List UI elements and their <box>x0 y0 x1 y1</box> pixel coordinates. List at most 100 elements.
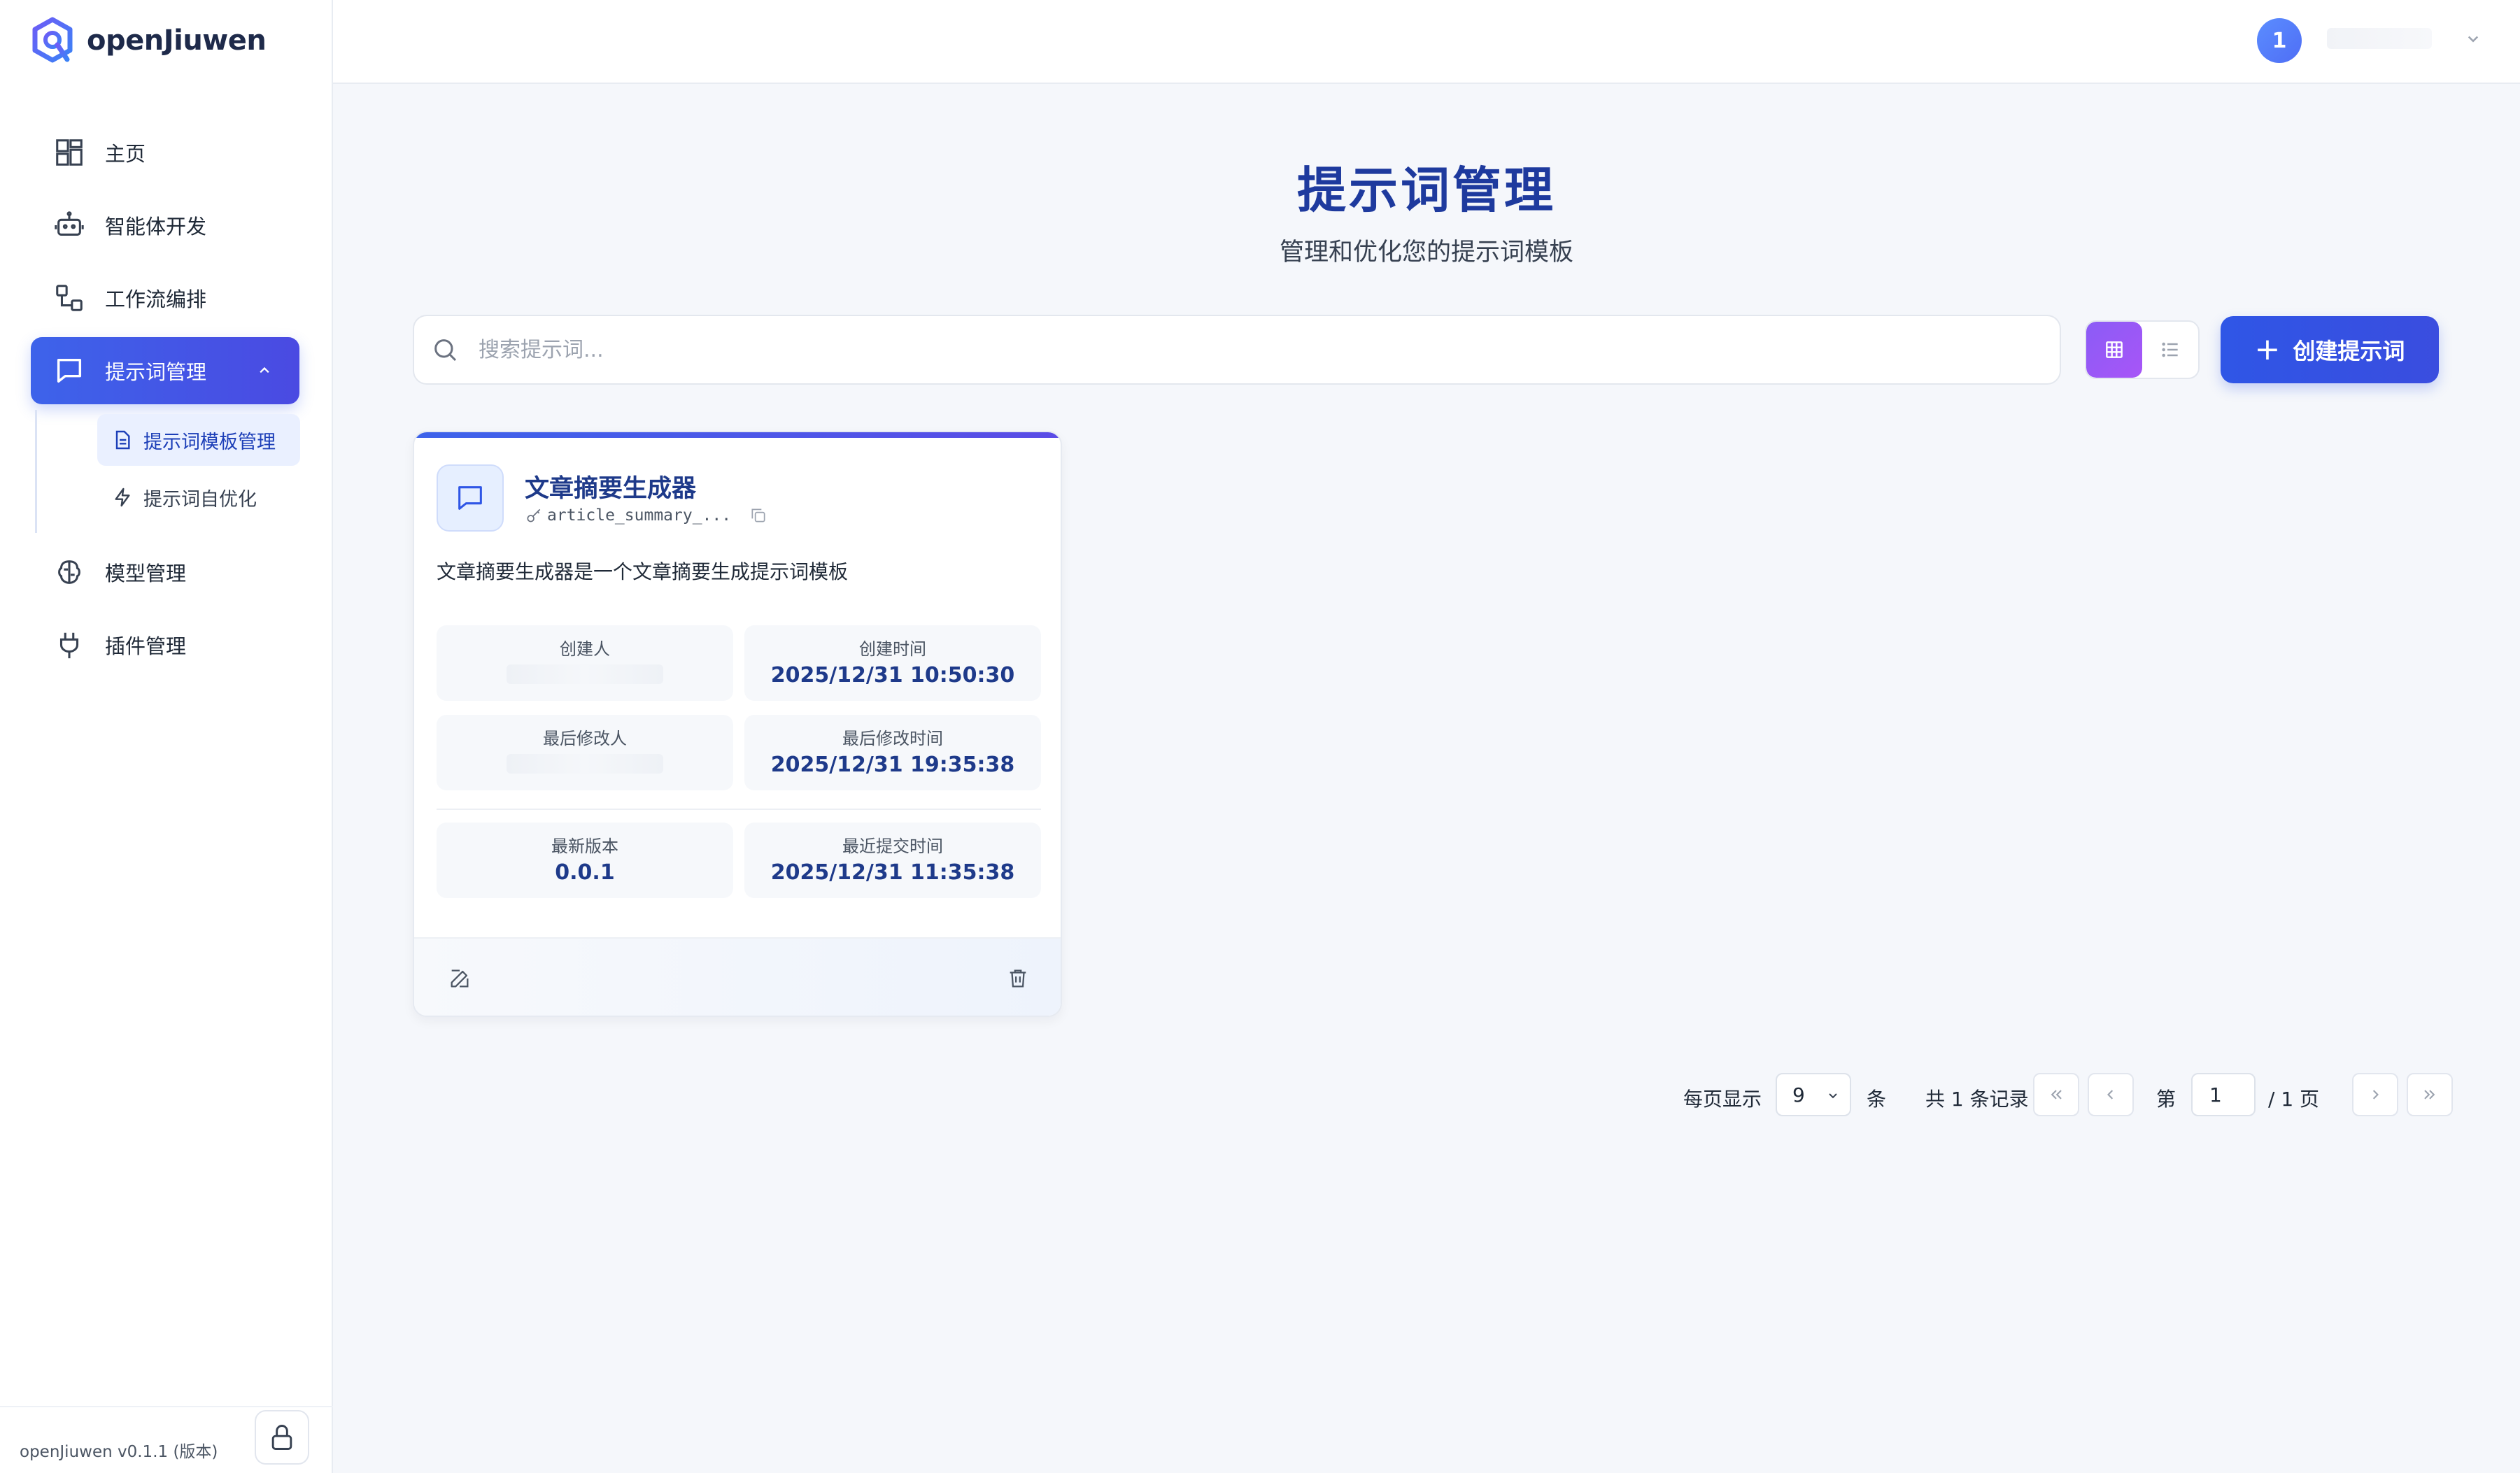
search-input[interactable] <box>477 336 2016 363</box>
sidebar-item-label: 插件管理 <box>105 634 187 658</box>
card-footer <box>414 937 1061 1016</box>
list-icon <box>2162 342 2178 357</box>
meta-value: 2025/12/31 10:50:30 <box>770 663 1015 688</box>
double-chevron-right-icon <box>2424 1090 2435 1100</box>
copy-icon[interactable] <box>749 506 767 525</box>
card-title: 文章摘要生成器 <box>525 475 697 503</box>
page-prefix: 第 <box>2156 1088 2176 1111</box>
document-icon <box>115 430 130 450</box>
create-prompt-label: 创建提示词 <box>2293 338 2405 364</box>
meta-label: 创建时间 <box>859 639 926 659</box>
app-name: openJiuwen <box>87 24 267 57</box>
card-key: article_summary_... <box>525 506 772 525</box>
sidebar: openJiuwen 主页 智能体开发 工作流编排 提示词管理 提示词模板管理 … <box>0 0 333 1473</box>
meta-label: 最新版本 <box>551 837 618 856</box>
meta-creator: 创建人 <box>437 625 733 701</box>
meta-created-time: 创建时间 2025/12/31 10:50:30 <box>744 625 1041 701</box>
sidebar-item-label: 提示词管理 <box>105 360 207 384</box>
card-key-text: article_summary_... <box>547 506 732 525</box>
page-title: 提示词管理 <box>1297 162 1556 219</box>
sidebar-item-plugin-management[interactable]: 插件管理 <box>31 611 299 678</box>
avatar[interactable]: 1 <box>2257 18 2302 63</box>
page-number-input[interactable]: 1 <box>2191 1073 2256 1116</box>
list-view-button[interactable] <box>2142 322 2198 378</box>
prompt-card[interactable]: 文章摘要生成器 article_summary_... 文章摘要生成器是一个文章… <box>413 431 1062 1017</box>
chevron-right-icon <box>2372 1090 2379 1100</box>
sidebar-item-label: 模型管理 <box>105 562 187 585</box>
meta-modified-time: 最后修改时间 2025/12/31 19:35:38 <box>744 715 1041 790</box>
robot-icon <box>53 209 85 241</box>
meta-label: 最近提交时间 <box>842 837 943 856</box>
page-subtitle: 管理和优化您的提示词模板 <box>1279 239 1573 266</box>
meta-modifier: 最后修改人 <box>437 715 733 790</box>
sidebar-nav: 主页 智能体开发 工作流编排 提示词管理 提示词模板管理 提示词自优化 模型管理… <box>31 119 300 684</box>
next-page-button[interactable] <box>2352 1073 2398 1116</box>
view-toggle <box>2085 320 2200 379</box>
chat-icon <box>53 355 85 387</box>
card-divider <box>437 809 1041 810</box>
meta-version: 最新版本 0.0.1 <box>437 823 733 898</box>
prompt-subnav: 提示词模板管理 提示词自优化 <box>35 410 300 533</box>
search-box[interactable] <box>413 315 2061 385</box>
sidebar-item-agent-dev[interactable]: 智能体开发 <box>31 192 299 259</box>
chevron-down-icon <box>1829 1093 1837 1099</box>
per-page-select[interactable]: 9 <box>1776 1073 1851 1116</box>
sidebar-item-home[interactable]: 主页 <box>31 119 299 186</box>
sidebar-subitem-self-optimize[interactable]: 提示词自优化 <box>97 471 300 523</box>
sidebar-item-label: 智能体开发 <box>105 215 207 239</box>
card-accent-bar <box>414 432 1061 438</box>
last-page-button[interactable] <box>2407 1073 2453 1116</box>
prev-page-button[interactable] <box>2088 1073 2134 1116</box>
grid-view-button[interactable] <box>2086 322 2142 378</box>
create-prompt-button[interactable]: + 创建提示词 <box>2221 316 2439 383</box>
per-page-value: 9 <box>1792 1083 1805 1106</box>
redacted-value <box>507 664 663 684</box>
edit-icon[interactable] <box>448 967 472 990</box>
redacted-value <box>507 754 663 774</box>
meta-value: 2025/12/31 19:35:38 <box>770 753 1015 777</box>
search-icon <box>434 339 457 362</box>
chevron-down-icon[interactable] <box>2463 28 2484 49</box>
lock-icon <box>271 1425 292 1450</box>
pagination-controls: 第 1 / 1 页 <box>2033 1073 2453 1118</box>
sidebar-item-label: 工作流编排 <box>105 287 207 311</box>
meta-commit-time: 最近提交时间 2025/12/31 11:35:38 <box>744 823 1041 898</box>
meta-label: 最后修改时间 <box>842 729 943 748</box>
delete-icon[interactable] <box>1006 967 1030 990</box>
plug-icon <box>53 629 85 661</box>
grid-icon <box>2106 341 2123 358</box>
plus-icon: + <box>2254 332 2281 367</box>
lock-button[interactable] <box>255 1410 309 1465</box>
app-root: openJiuwen 主页 智能体开发 工作流编排 提示词管理 提示词模板管理 … <box>0 0 2520 1473</box>
current-page: 1 <box>2209 1083 2222 1106</box>
user-name[interactable] <box>2327 28 2432 49</box>
total-records: 共 1 条记录 <box>1925 1088 2029 1111</box>
key-icon <box>527 508 541 522</box>
sidebar-item-workflow[interactable]: 工作流编排 <box>31 264 299 332</box>
meta-value: 0.0.1 <box>555 860 615 885</box>
sidebar-item-label: 主页 <box>105 142 146 166</box>
workflow-icon <box>53 282 85 314</box>
brain-icon <box>53 556 85 588</box>
page-suffix: / 1 页 <box>2268 1088 2320 1111</box>
top-header: 1 <box>333 0 2520 84</box>
card-description: 文章摘要生成器是一个文章摘要生成提示词模板 <box>437 560 849 583</box>
per-page-unit: 条 <box>1867 1088 1887 1111</box>
sidebar-item-prompt-management[interactable]: 提示词管理 <box>31 337 299 404</box>
chat-icon <box>437 464 504 532</box>
meta-label: 最后修改人 <box>543 729 627 748</box>
chevron-up-icon[interactable] <box>255 361 274 380</box>
first-page-button[interactable] <box>2033 1073 2079 1116</box>
chevron-left-icon <box>2107 1090 2114 1100</box>
sidebar-subitem-template-management[interactable]: 提示词模板管理 <box>97 414 300 466</box>
meta-label: 创建人 <box>560 639 610 659</box>
sidebar-item-model-management[interactable]: 模型管理 <box>31 539 299 606</box>
dashboard-icon <box>53 136 85 169</box>
logo-icon <box>32 17 73 63</box>
double-chevron-left-icon <box>2051 1090 2062 1100</box>
lightning-icon <box>115 488 130 507</box>
sidebar-subitem-label: 提示词模板管理 <box>143 431 276 453</box>
sidebar-footer: openJiuwen v0.1.1 (版本) <box>0 1406 333 1473</box>
meta-value: 2025/12/31 11:35:38 <box>770 860 1015 885</box>
logo[interactable]: openJiuwen <box>28 15 267 66</box>
